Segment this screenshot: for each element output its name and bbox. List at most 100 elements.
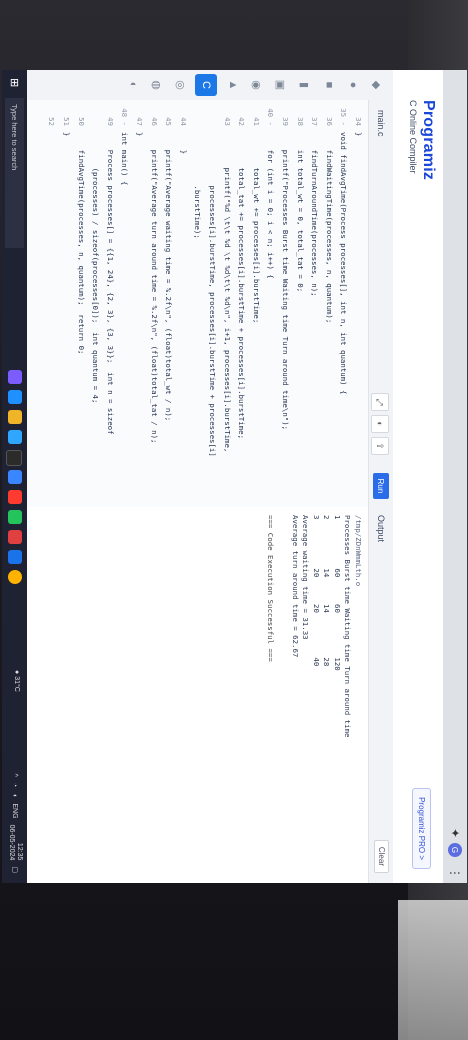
profile-avatar[interactable]: G: [448, 843, 462, 857]
line-number: 37: [310, 117, 320, 126]
code-line[interactable]: 41 total_wt += processes[i].burstTime;: [250, 100, 261, 323]
output-line: === Code Execution Successful ===: [266, 515, 275, 662]
code-text: (processes) / sizeof(processes[0]); int …: [91, 132, 101, 404]
code-line[interactable]: 50 findAvgTime(processes, n, quantum); r…: [75, 100, 86, 354]
output-line: /tmp/ZDnWmmLth.o: [354, 515, 363, 587]
app-header: Programiz C Online Compiler Programiz PR…: [392, 70, 443, 883]
code-line[interactable]: 51}: [60, 100, 71, 136]
app2-icon[interactable]: [8, 490, 22, 504]
code-line[interactable]: .burstTime);: [191, 100, 203, 239]
code-line[interactable]: 36 findWaitingTime(processes, n, quantum…: [323, 100, 334, 323]
line-number: 52: [47, 117, 57, 126]
code-text: }: [62, 132, 71, 137]
taskview-icon[interactable]: [8, 370, 22, 384]
output-line: Average turn around time = 62.67: [291, 515, 300, 658]
app4-icon[interactable]: [8, 550, 22, 564]
output-line: 3 20 20 40: [312, 515, 321, 667]
clock[interactable]: 12:35 06-05-2024: [7, 825, 23, 861]
line-number: 41: [251, 117, 261, 126]
clock-date: 06-05-2024: [8, 824, 15, 861]
app3-icon[interactable]: [8, 530, 22, 544]
line-number: 38: [295, 117, 305, 126]
chrome-icon[interactable]: [8, 570, 22, 584]
php-icon[interactable]: ◉: [249, 77, 265, 93]
code-text: total_tat += processes[i].burstTime + pr…: [237, 132, 247, 440]
go-icon[interactable]: ◎: [173, 77, 189, 93]
code-text: void findAvgTime(Process processes[], in…: [339, 132, 349, 395]
code-text: total_wt += processes[i].burstTime;: [251, 132, 261, 324]
java-icon[interactable]: ▮: [297, 77, 313, 93]
code-line[interactable]: 47}: [133, 100, 144, 136]
code-line[interactable]: 43 printf("%d \t\t %d \t %d\t\t %d\n", i…: [221, 100, 232, 452]
code-line[interactable]: 45 printf("Average waiting time = %.2f\n…: [162, 100, 173, 421]
sql-icon[interactable]: ◐: [125, 77, 141, 93]
notification-icon[interactable]: ▢: [11, 866, 19, 873]
code-text: }: [178, 132, 188, 155]
cpp-icon[interactable]: ■: [321, 77, 337, 93]
theme-icon[interactable]: ◐: [371, 415, 389, 433]
html-icon[interactable]: ▲: [225, 77, 241, 93]
code-line[interactable]: 42 total_tat += processes[i].burstTime +…: [235, 100, 246, 439]
clear-button[interactable]: Clear: [374, 839, 389, 873]
code-line[interactable]: 52: [45, 100, 56, 132]
output-bar: Output Clear: [368, 507, 393, 883]
store-icon[interactable]: [8, 430, 22, 444]
weather-widget[interactable]: ● 31°C: [13, 670, 20, 692]
output-line: 2 14 14 28: [322, 515, 332, 667]
line-number: 43: [222, 117, 232, 126]
code-line[interactable]: 40 - for (int i = 0; i < n; i++) {: [264, 100, 275, 279]
menu-icon[interactable]: ⋮: [446, 863, 464, 883]
code-line[interactable]: 37 findTurnAroundTime(processes, n);: [308, 100, 319, 297]
share-icon[interactable]: ⇪: [371, 437, 389, 455]
desktop: ✦ G ⋮ Programiz C Online Compiler Progra…: [2, 70, 467, 883]
c-active-icon[interactable]: C: [195, 74, 217, 96]
line-number: 35 -: [339, 108, 349, 126]
code-line[interactable]: 35 - void findAvgTime(Process processes[]…: [337, 100, 349, 395]
run-button[interactable]: Run: [373, 473, 389, 499]
windows-start-icon[interactable]: ⊞: [8, 78, 21, 90]
line-number: 45: [164, 117, 174, 126]
code-editor[interactable]: main.c ⤢ ◐ ⇪ Run 34} 35 - void findAvgTime…: [2, 100, 393, 508]
code-text: printf("Processes Burst time Waiting tim…: [281, 132, 290, 431]
code-text: .burstTime);: [193, 132, 203, 239]
monitor-screen: ✦ G ⋮ Programiz C Online Compiler Progra…: [2, 70, 467, 883]
code-line[interactable]: 44 }: [177, 100, 188, 154]
output-title: Output: [376, 515, 386, 543]
js-icon[interactable]: ▣: [273, 77, 289, 93]
clock-time: 12:35: [16, 842, 23, 861]
code-line[interactable]: (processes) / sizeof(processes[0]); int …: [89, 100, 101, 404]
rust-icon[interactable]: ◍: [149, 77, 165, 93]
line-number: 47: [135, 117, 144, 126]
code-line[interactable]: 39 printf("Processes Burst time Waiting …: [279, 100, 290, 430]
python-icon[interactable]: ●: [345, 77, 361, 93]
code-line[interactable]: 34}: [352, 100, 363, 136]
tray-chevron-icon[interactable]: ^: [12, 774, 19, 777]
explorer-icon[interactable]: [8, 410, 22, 424]
programiz-pro-button[interactable]: Programiz PRO >: [412, 788, 431, 869]
code-line[interactable]: processes[i].burstTime, processes[i].bur…: [206, 100, 217, 456]
volume-icon[interactable]: ◖: [12, 793, 19, 797]
c-lang-icon[interactable]: ◆: [369, 77, 385, 93]
wifi-icon[interactable]: ◔: [12, 783, 19, 787]
taskbar: ⊞ Type here to search ● 31°C ^ ◔ ◖ ENG 1…: [2, 70, 27, 883]
weather-sun-icon: ●: [13, 670, 20, 675]
code-text: }: [354, 132, 363, 137]
code-line[interactable]: 49 Process processes[] = {{1, 24}, {2, 3…: [104, 100, 115, 434]
lang-indicator[interactable]: ENG: [12, 803, 19, 818]
edge-icon[interactable]: [8, 390, 22, 404]
fullscreen-icon[interactable]: ⤢: [371, 393, 389, 411]
code-line[interactable]: 48 - int main() {: [118, 100, 129, 185]
whatsapp-icon[interactable]: [8, 510, 22, 524]
programiz-logo[interactable]: Programiz C Online Compiler: [408, 100, 437, 180]
taskbar-search-input[interactable]: Type here to search: [5, 98, 24, 248]
code-text: findWaitingTime(processes, n, quantum);: [324, 132, 334, 324]
code-line[interactable]: 46 printf("Average turn around time = %.…: [148, 100, 159, 443]
app-icon[interactable]: [6, 450, 22, 466]
extensions-icon[interactable]: ✦: [446, 823, 464, 843]
editor-tabbar: main.c ⤢ ◐ ⇪ Run: [368, 100, 393, 507]
word-icon[interactable]: [8, 470, 22, 484]
code-line[interactable]: 38 int total_wt = 0, total_tat = 0;: [294, 100, 305, 292]
file-tab[interactable]: main.c: [376, 110, 386, 137]
browser-toolbar: ✦ G ⋮: [443, 70, 467, 883]
